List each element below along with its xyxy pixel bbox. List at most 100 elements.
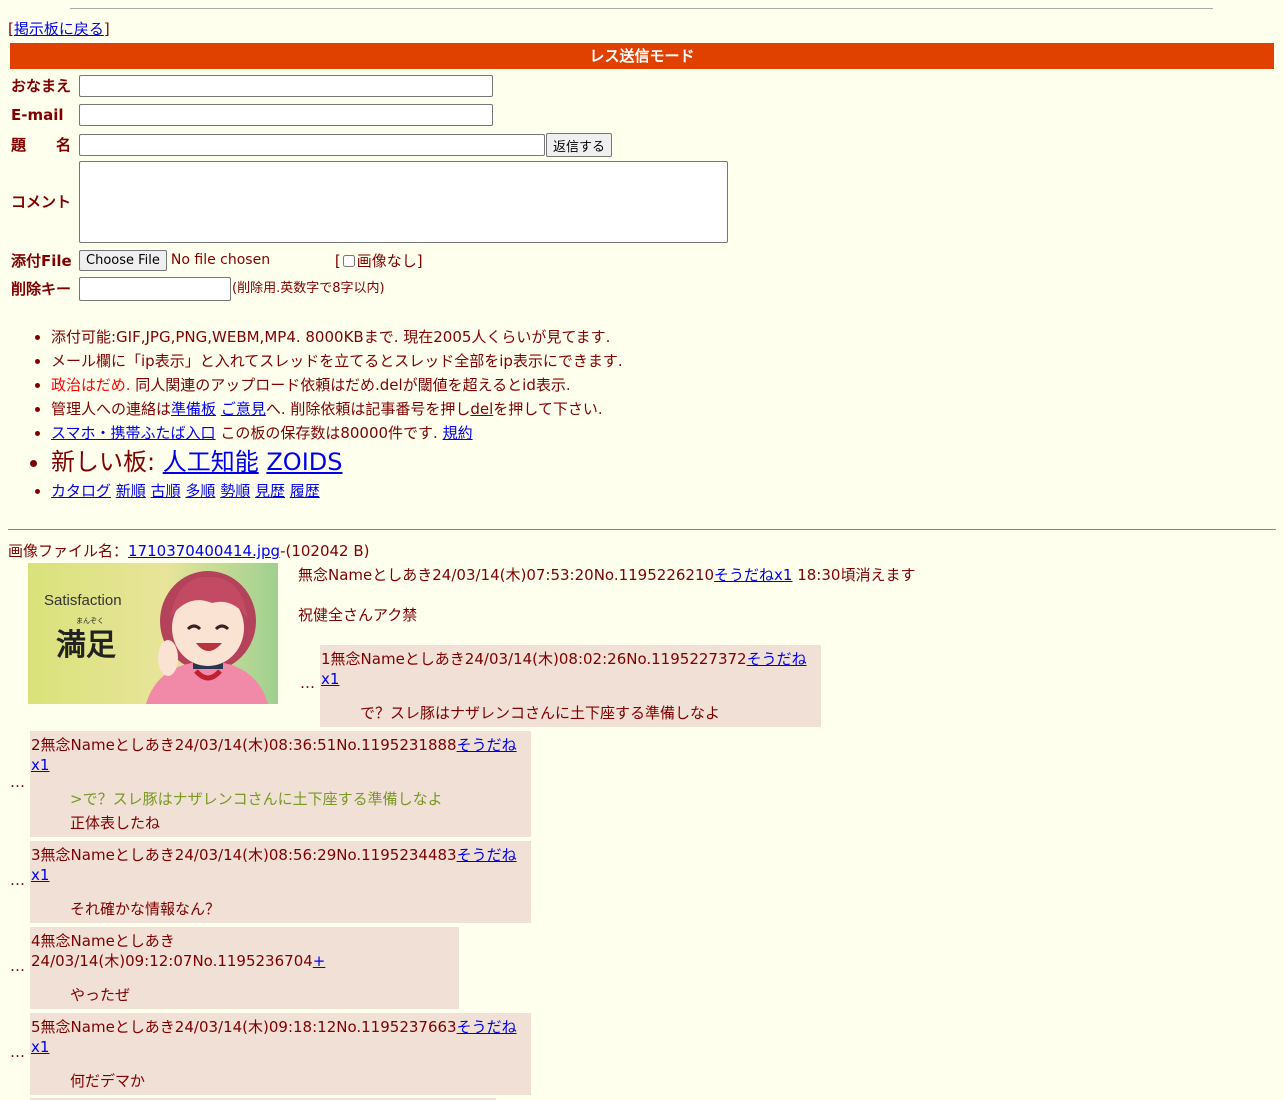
reply-2-body: >で？スレ豚はナザレンコさんに土下座する準備しなよ 正体表したね: [30, 775, 531, 835]
no-image-checkbox[interactable]: [342, 254, 355, 267]
reply-1-header-text: 1無念Nameとしあき24/03/14(木)08:02:26No.1195227…: [321, 650, 747, 668]
reply-3-header: 3無念Nameとしあき24/03/14(木)08:56:29No.1195234…: [30, 841, 531, 885]
del-text: del: [470, 400, 494, 418]
rule-contact: 管理人への連絡は準備板 ご意見へ. 削除依頼は記事番号を押しdelを押して下さい…: [51, 397, 623, 421]
reply-2-header: 2無念Nameとしあき24/03/14(木)08:36:51No.1195231…: [30, 731, 531, 775]
reply-1-body: で？スレ豚はナザレンコさんに土下座する準備しなよ: [360, 704, 721, 722]
catalog-link[interactable]: カタログ: [51, 482, 111, 500]
view-history-link[interactable]: 見歴: [255, 482, 285, 500]
rule-contact-a: 管理人への連絡は: [51, 400, 172, 418]
back-bracket-close: ]: [103, 20, 110, 38]
subject-input[interactable]: [79, 134, 545, 156]
reply-4: 4無念Nameとしあき24/03/14(木)09:12:07No.1195236…: [30, 927, 459, 1009]
choose-file-button[interactable]: Choose File: [79, 250, 167, 271]
reply-5-header-text: 5無念Nameとしあき24/03/14(木)09:18:12No.1195237…: [31, 1018, 457, 1036]
subject-row: 題 名 返信する: [11, 133, 613, 157]
comment-label: コメント: [11, 193, 72, 211]
name-row: おなまえ: [11, 75, 493, 97]
reply-5-header: 5無念Nameとしあき24/03/14(木)09:18:12No.1195237…: [30, 1013, 531, 1057]
op-thumbnail[interactable]: Satisfaction まんぞく 満足: [28, 563, 278, 704]
reply-1: 1無念Nameとしあき24/03/14(木)08:02:26No.1195227…: [320, 645, 821, 727]
thumbnail-image: Satisfaction まんぞく 満足: [28, 563, 278, 704]
op-file-link[interactable]: 1710370400414.jpg: [128, 542, 280, 560]
rule-politics-red: 政治はだめ.: [51, 376, 131, 394]
op-file-info: 画像ファイル名：1710370400414.jpg-(102042 B): [8, 542, 370, 560]
name-label: おなまえ: [11, 77, 72, 95]
no-image-bracket-close: ]: [416, 251, 423, 270]
email-input[interactable]: [79, 104, 493, 126]
op-file-size: -(102042 B): [280, 542, 370, 560]
delkey-label: 削除キー: [11, 280, 72, 298]
sort-old-link[interactable]: 古順: [151, 482, 181, 500]
board-rules: 添付可能:GIF,JPG,PNG,WEBM,MP4. 8000KBまで. 現在2…: [26, 325, 623, 503]
reply-2-ellipsis: …: [10, 773, 25, 791]
reply-mode-bar: レス送信モード: [10, 43, 1274, 69]
back-nav: [掲示板に戻る]: [8, 20, 110, 38]
mobile-entrance-link[interactable]: スマホ・携帯ふたば入口: [51, 424, 216, 442]
reply-2-quote: >で？スレ豚はナザレンコさんに土下座する準備しなよ: [70, 790, 443, 808]
reply-3-body: それ確かな情報なん？: [70, 900, 221, 918]
reply-1-header: 1無念Nameとしあき24/03/14(木)08:02:26No.1195227…: [320, 645, 821, 689]
rule-politics-rest: 同人関連のアップロード依頼はだめ.delが閾値を超えるとid表示.: [130, 376, 571, 394]
reply-5: 5無念Nameとしあき24/03/14(木)09:18:12No.1195237…: [30, 1013, 531, 1095]
top-divider: [70, 8, 1213, 9]
no-image-label: 画像なし: [356, 251, 417, 270]
feedback-link[interactable]: ご意見: [221, 400, 266, 418]
reply-4-header-text: 4無念Nameとしあき24/03/14(木)09:12:07No.1195236…: [31, 932, 313, 970]
new-boards-text: 新しい板:: [51, 448, 163, 476]
sort-new-link[interactable]: 新順: [116, 482, 146, 500]
ai-board-link[interactable]: 人工知能: [163, 448, 259, 476]
email-row: E-mail: [11, 104, 493, 126]
new-boards: 新しい板: 人工知能 ZOIDS: [51, 445, 623, 479]
op-header: 無念Nameとしあき24/03/14(木)07:53:20No.11952262…: [298, 566, 915, 584]
delete-key-input[interactable]: [79, 277, 231, 301]
thumb-ruby: まんぞく: [76, 617, 104, 625]
back-to-board-link[interactable]: 掲示板に戻る: [14, 20, 104, 38]
subject-label: 題 名: [11, 136, 72, 154]
email-label: E-mail: [11, 106, 64, 124]
file-label: 添付File: [11, 251, 72, 270]
post-history-link[interactable]: 履歴: [290, 482, 320, 500]
sort-links: カタログ 新順 古順 多順 勢順 見歴 履歴: [51, 479, 623, 503]
reply-4-plus-link[interactable]: +: [313, 952, 326, 970]
op-expire-text: 18:30頃消えます: [792, 566, 916, 584]
reply-2-text: 正体表したね: [70, 814, 161, 832]
comment-row: コメント: [11, 161, 728, 243]
rule-mobile: スマホ・携帯ふたば入口 この板の保存数は80000件です. 規約: [51, 421, 623, 445]
rule-ip: メール欄に「ip表示」と入れてスレッドを立てるとスレッド全部をip表示にできます…: [51, 349, 623, 373]
reply-4-ellipsis: …: [10, 957, 25, 975]
rule-storage-text: この板の保存数は80000件です.: [215, 424, 443, 442]
terms-link[interactable]: 規約: [443, 424, 473, 442]
rule-upload: 添付可能:GIF,JPG,PNG,WEBM,MP4. 8000KBまで. 現在2…: [51, 325, 623, 349]
sort-many-link[interactable]: 多順: [185, 482, 215, 500]
thumb-text-satisfaction: Satisfaction: [44, 592, 122, 609]
sort-momentum-link[interactable]: 勢順: [220, 482, 250, 500]
rule-contact-b: へ. 削除依頼は記事番号を押し: [265, 400, 471, 418]
delkey-note: (削除用.英数字で8字以内): [232, 281, 385, 297]
reply-3-header-text: 3無念Nameとしあき24/03/14(木)08:56:29No.1195234…: [31, 846, 457, 864]
file-prefix: 画像ファイル名：: [8, 542, 129, 560]
reply-5-ellipsis: …: [10, 1043, 25, 1061]
op-header-text: 無念Nameとしあき24/03/14(木)07:53:20No.11952262…: [298, 566, 715, 584]
no-file-text: No file chosen: [170, 252, 271, 269]
zoids-board-link[interactable]: ZOIDS: [266, 448, 342, 476]
submit-reply-button[interactable]: 返信する: [546, 133, 613, 157]
reply-3: 3無念Nameとしあき24/03/14(木)08:56:29No.1195234…: [30, 841, 531, 923]
comment-textarea[interactable]: [79, 161, 728, 243]
file-row: 添付File Choose File No file chosen [ 画像なし…: [11, 250, 423, 271]
reply-5-body: 何だデマか: [70, 1072, 146, 1090]
reply-3-ellipsis: …: [10, 871, 25, 889]
rule-politics: 政治はだめ. 同人関連のアップロード依頼はだめ.delが閾値を超えるとid表示.: [51, 373, 623, 397]
op-soudane-link[interactable]: そうだねx1: [714, 566, 792, 584]
reply-4-body: やったぜ: [70, 986, 131, 1004]
no-image-bracket-open: [: [334, 251, 341, 270]
rule-contact-c: を押して下さい.: [493, 400, 603, 418]
thread-divider: [8, 529, 1276, 530]
delkey-row: 削除キー (削除用.英数字で8字以内): [11, 277, 385, 301]
reply-1-ellipsis: …: [300, 674, 315, 692]
reply-2: 2無念Nameとしあき24/03/14(木)08:36:51No.1195231…: [30, 731, 531, 837]
prep-board-link[interactable]: 準備板: [171, 400, 216, 418]
op-body: 祝健全さんアク禁: [298, 606, 418, 624]
reply-4-header: 4無念Nameとしあき24/03/14(木)09:12:07No.1195236…: [30, 927, 459, 971]
name-input[interactable]: [79, 75, 493, 97]
